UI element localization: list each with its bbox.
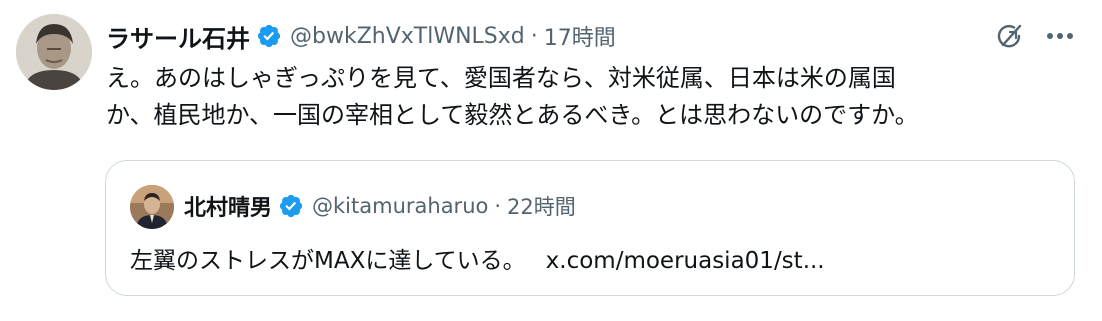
- author-avatar-image: [16, 14, 92, 90]
- tweet-header: ラサール石井 @bwkZhVxTlWNLSxd · 17時間: [106, 18, 616, 54]
- quoted-tweet-header: 北村晴男 @kitamuraharuo · 22時間: [184, 188, 576, 224]
- quoted-author-display-name[interactable]: 北村晴男: [184, 190, 272, 222]
- quoted-header-separator: ·: [494, 194, 502, 218]
- quoted-author-handle[interactable]: @kitamuraharuo: [312, 194, 488, 218]
- quoted-tweet-body: 左翼のストレスがMAXに達している。: [130, 248, 526, 274]
- tweet-timestamp[interactable]: 17時間: [544, 20, 616, 52]
- grok-button[interactable]: [992, 18, 1028, 54]
- quoted-tweet-text: 左翼のストレスがMAXに達している。 x.com/moeruasia01/st..…: [130, 241, 825, 275]
- quoted-tweet-timestamp[interactable]: 22時間: [507, 191, 576, 221]
- tweet[interactable]: ラサール石井 @bwkZhVxTlWNLSxd · 17時間 え。あのはしゃぎっ…: [0, 0, 1102, 321]
- verified-badge-icon: [278, 193, 304, 219]
- grok-icon: [997, 24, 1022, 48]
- quoted-author-avatar[interactable]: [130, 185, 174, 229]
- more-options-button[interactable]: [1040, 18, 1080, 54]
- tweet-text-line: え。あのはしゃぎっぷりを見て、愛国者なら、対米従属、日本は米の属国: [106, 64, 896, 92]
- author-handle[interactable]: @bwkZhVxTlWNLSxd: [290, 24, 525, 49]
- author-avatar[interactable]: [16, 14, 92, 90]
- more-options-icon: [1047, 33, 1073, 39]
- tweet-text-line: か、植民地か、一国の宰相として毅然とあるべき。とは思わないのですか。: [106, 101, 919, 129]
- quoted-author-avatar-image: [130, 185, 174, 229]
- author-display-name[interactable]: ラサール石井: [106, 19, 250, 54]
- header-separator: ·: [530, 23, 538, 49]
- quoted-tweet-card[interactable]: 北村晴男 @kitamuraharuo · 22時間 左翼のストレスがMAXに達…: [105, 160, 1075, 296]
- tweet-text: え。あのはしゃぎっぷりを見て、愛国者なら、対米従属、日本は米の属国 か、植民地か…: [106, 60, 1086, 134]
- verified-badge-icon: [256, 23, 282, 49]
- quoted-tweet-link[interactable]: x.com/moeruasia01/st...: [546, 248, 825, 274]
